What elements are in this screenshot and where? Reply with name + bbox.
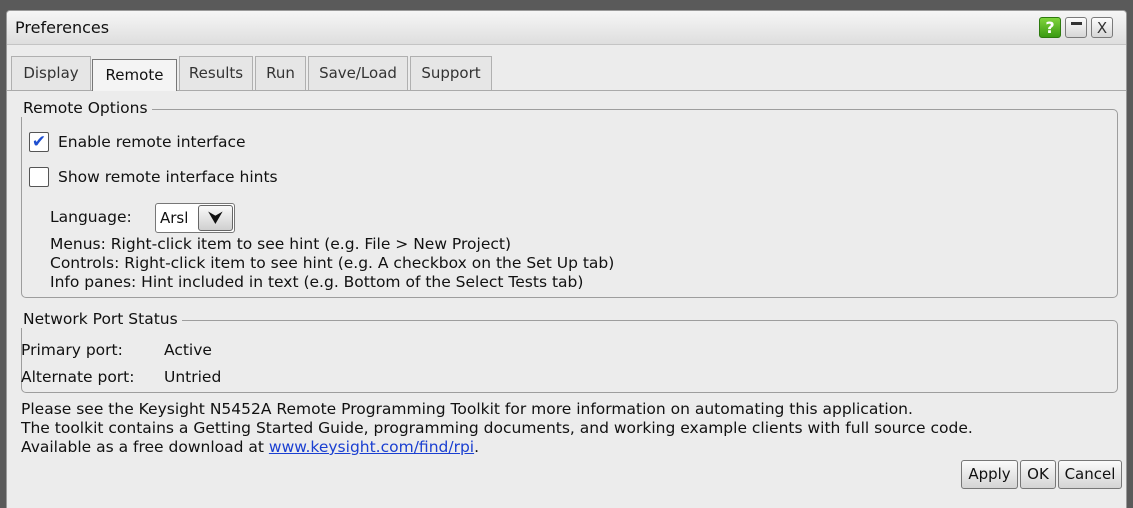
tab-display[interactable]: Display [11, 56, 91, 90]
preferences-window: Preferences ? X Display Remote Results R… [6, 10, 1127, 508]
language-select[interactable]: Arsl ⮟ [155, 203, 235, 233]
close-button[interactable]: X [1091, 17, 1113, 38]
minimize-icon [1070, 21, 1082, 25]
remote-options-legend: Remote Options [21, 99, 152, 117]
hint-controls: Controls: Right-click item to see hint (… [50, 254, 615, 272]
tab-results[interactable]: Results [179, 56, 253, 90]
enable-remote-checkbox[interactable]: ✔ [29, 132, 49, 152]
info-line-3-suffix: . [474, 438, 480, 456]
info-line-2: The toolkit contains a Getting Started G… [21, 419, 973, 437]
language-value: Arsl [160, 209, 189, 227]
info-line-3: Available as a free download at www.keys… [21, 438, 479, 456]
tab-run[interactable]: Run [255, 56, 306, 90]
minimize-button[interactable] [1065, 17, 1087, 38]
ok-button[interactable]: OK [1020, 460, 1056, 489]
info-line-3-prefix: Available as a free download at [21, 438, 269, 456]
language-dropdown-button[interactable]: ⮟ [198, 205, 233, 231]
alternate-port-label: Alternate port: [21, 368, 135, 386]
tab-remote[interactable]: Remote [92, 59, 177, 91]
network-status-legend: Network Port Status [21, 310, 182, 328]
primary-port-label: Primary port: [21, 341, 123, 359]
apply-button[interactable]: Apply [961, 460, 1018, 489]
window-title: Preferences [15, 18, 110, 37]
cancel-button[interactable]: Cancel [1058, 460, 1122, 489]
alternate-port-value: Untried [164, 368, 222, 386]
title-bar[interactable]: Preferences ? X [7, 11, 1126, 45]
tab-support[interactable]: Support [410, 56, 492, 90]
rpi-download-link[interactable]: www.keysight.com/find/rpi [269, 438, 474, 456]
help-button[interactable]: ? [1039, 17, 1061, 38]
info-line-1: Please see the Keysight N5452A Remote Pr… [21, 400, 913, 418]
language-label: Language: [50, 208, 132, 226]
hint-menus: Menus: Right-click item to see hint (e.g… [50, 235, 512, 253]
help-icon: ? [1045, 18, 1055, 37]
chevron-down-icon: ⮟ [208, 208, 223, 227]
hint-info-panes: Info panes: Hint included in text (e.g. … [50, 273, 584, 291]
enable-remote-label[interactable]: Enable remote interface [58, 133, 246, 151]
tab-save-load[interactable]: Save/Load [308, 56, 408, 90]
checkmark-icon: ✔ [31, 132, 47, 152]
show-hints-label[interactable]: Show remote interface hints [58, 168, 278, 186]
show-hints-checkbox[interactable] [29, 167, 49, 187]
close-icon: X [1096, 18, 1108, 37]
primary-port-value: Active [164, 341, 212, 359]
